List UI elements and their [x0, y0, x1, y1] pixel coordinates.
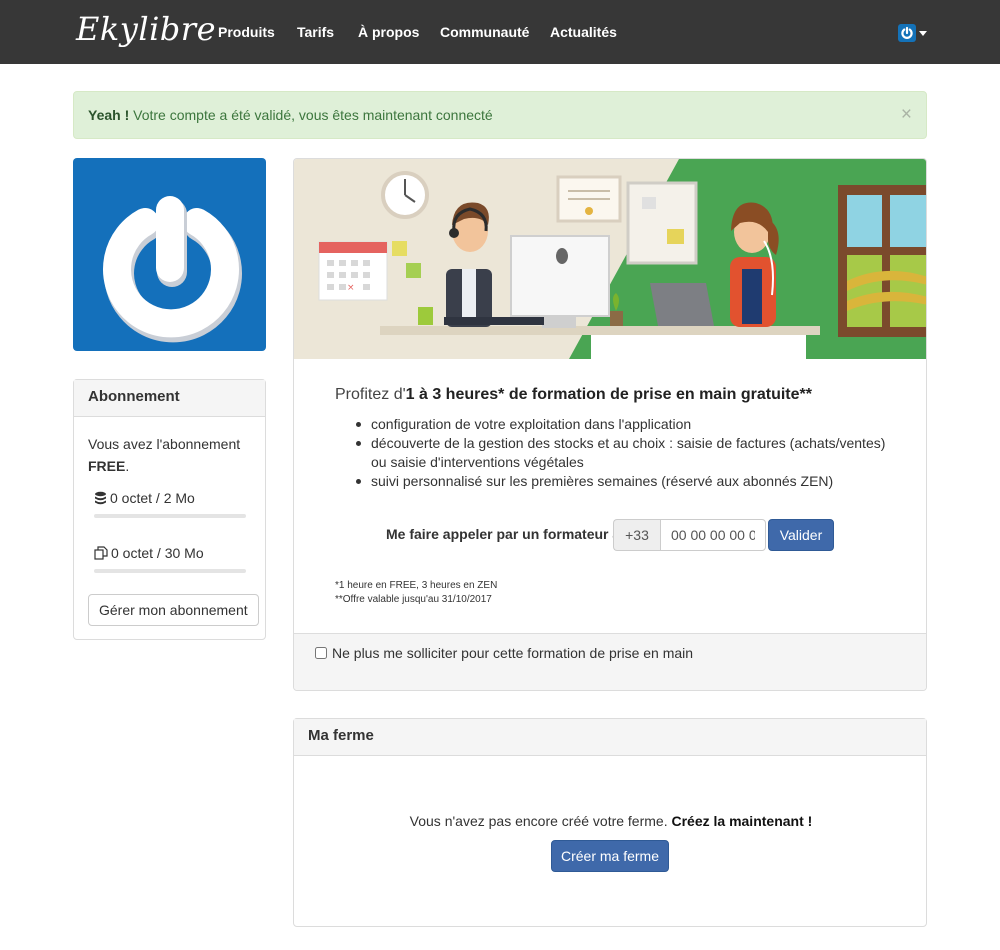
brand-logo-tile: [73, 158, 266, 351]
documents-progress-bar: [94, 569, 246, 573]
phone-country-code: +33: [613, 519, 660, 551]
phone-input-group: +33: [613, 519, 766, 551]
top-navbar: Ekylibre Produits Tarifs À propos Commun…: [0, 0, 1000, 64]
call-label: Me faire appeler par un formateur au: [386, 526, 629, 542]
alert-strong: Yeah !: [88, 107, 130, 123]
offer-title-strong: 1 à 3 heures* de formation de prise en m…: [405, 386, 812, 403]
nav-a-propos[interactable]: À propos: [358, 24, 419, 40]
subscription-text-suffix: .: [125, 458, 130, 474]
subscription-text-prefix: Vous avez l'abonnement: [88, 436, 241, 452]
manage-subscription-button[interactable]: Gérer mon abonnement: [88, 594, 259, 626]
success-alert: Yeah ! Votre compte a été validé, vous ê…: [73, 91, 927, 139]
files-icon: [94, 546, 108, 560]
nav-actualites[interactable]: Actualités: [550, 24, 617, 40]
subscription-heading: Abonnement: [74, 380, 265, 417]
database-icon: [95, 491, 106, 505]
footnote-1: *1 heure en FREE, 3 heures en ZEN: [335, 580, 498, 591]
footnote-2: **Offre valable jusqu'au 31/10/2017: [335, 594, 492, 605]
optout-checkbox[interactable]: [315, 647, 327, 659]
support-team-illustration: ×: [294, 159, 926, 359]
storage-progress-bar: [94, 514, 246, 518]
training-offer-panel: × Profitez d'1 à 3 heures* de formation …: [293, 158, 927, 691]
close-icon[interactable]: ×: [901, 105, 912, 124]
svg-text:×: ×: [347, 283, 355, 293]
storage-usage-label: 0 octet / 2 Mo: [110, 490, 195, 506]
phone-number-input[interactable]: [660, 519, 766, 551]
offer-title: Profitez d'1 à 3 heures* de formation de…: [335, 386, 812, 404]
list-item: découverte de la gestion des stocks et a…: [335, 434, 895, 472]
optout-option[interactable]: Ne plus me solliciter pour cette formati…: [315, 645, 693, 661]
optout-label: Ne plus me solliciter pour cette formati…: [332, 645, 694, 661]
training-panel-footer: Ne plus me solliciter pour cette formati…: [294, 633, 926, 690]
documents-usage-label: 0 octet / 30 Mo: [111, 545, 204, 561]
logo[interactable]: Ekylibre: [76, 10, 216, 48]
subscription-text: Vous avez l'abonnement FREE.: [88, 433, 256, 477]
documents-usage: 0 octet / 30 Mo: [94, 545, 246, 573]
subscription-plan: FREE: [88, 458, 126, 474]
brand-logo-icon: [103, 196, 242, 343]
nav-tarifs[interactable]: Tarifs: [297, 24, 334, 40]
nav-communaute[interactable]: Communauté: [440, 24, 529, 40]
user-menu[interactable]: [898, 24, 927, 42]
user-avatar: [898, 24, 916, 42]
create-farm-button[interactable]: Créer ma ferme: [551, 840, 669, 872]
storage-usage: 0 octet / 2 Mo: [94, 490, 246, 518]
farm-heading: Ma ferme: [294, 719, 926, 756]
power-icon: [901, 26, 913, 39]
offer-title-prefix: Profitez d': [335, 386, 406, 403]
nav-produits[interactable]: Produits: [218, 24, 275, 40]
submit-phone-button[interactable]: Valider: [768, 519, 834, 551]
alert-message: Votre compte a été validé, vous êtes mai…: [133, 107, 493, 123]
list-item: suivi personnalisé sur les premières sem…: [335, 472, 895, 491]
chevron-down-icon: [919, 30, 927, 36]
farm-panel: Ma ferme Vous n'avez pas encore créé vot…: [293, 718, 927, 927]
farm-empty-text: Vous n'avez pas encore créé votre ferme.: [409, 813, 668, 829]
farm-empty-message: Vous n'avez pas encore créé votre ferme.…: [294, 813, 928, 829]
offer-benefits-list: configuration de votre exploitation dans…: [335, 415, 895, 491]
farm-empty-cta: Créez la maintenant !: [671, 813, 813, 829]
list-item: configuration de votre exploitation dans…: [335, 415, 895, 434]
subscription-panel: Abonnement Vous avez l'abonnement FREE. …: [73, 379, 266, 640]
footnotes: *1 heure en FREE, 3 heures en ZEN **Offr…: [335, 579, 497, 607]
